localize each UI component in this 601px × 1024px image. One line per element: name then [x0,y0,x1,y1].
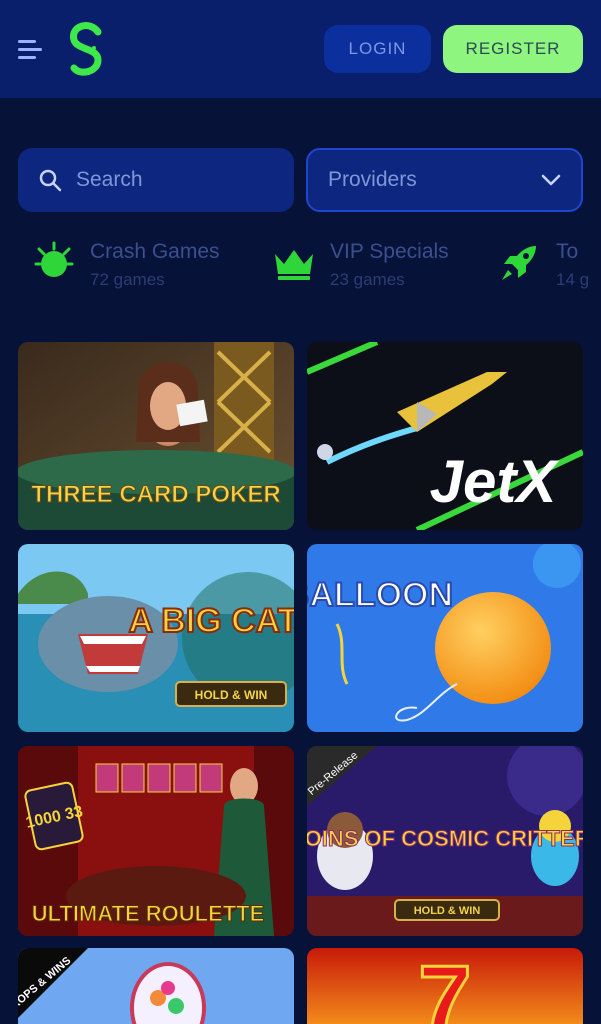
category-count: 72 games [90,270,165,289]
category-vip-specials[interactable]: VIP Specials 23 games [272,232,492,302]
category-crash-games[interactable]: Crash Games 72 games [32,232,252,302]
providers-dropdown[interactable]: Providers [306,148,583,212]
game-title: JetX [430,448,561,515]
game-thumbnail: 7 [307,948,583,1024]
rocket-icon [502,246,536,280]
category-count: 23 games [330,270,405,289]
register-button[interactable]: REGISTER [443,25,583,73]
game-badge: HOLD & WIN [195,688,268,702]
game-thumbnail: THREE CARD POKER [18,342,294,530]
game-tile-a-big-catch[interactable]: A BIG CATCH HOLD & WIN [18,544,294,732]
logo-icon[interactable] [64,22,108,78]
game-tile-ultimate-roulette[interactable]: 1000 33 ULTIMATE ROULETTE [18,746,294,936]
game-title: ULTIMATE ROULETTE [32,901,265,926]
search-icon [39,169,62,192]
crown-icon [275,250,313,280]
sun-burst-icon [34,241,74,277]
game-title: THREE CARD POKER [31,481,280,508]
game-tile-jetx[interactable]: JetX [307,342,583,530]
game-title: 7 [418,948,471,1024]
game-tile-sevens[interactable]: 7 [307,948,583,1024]
chevron-down-icon [541,174,561,186]
game-tile-coins-of-cosmic-critters[interactable]: Pre-Release COINS OF COSMIC CRITTERS HOL… [307,746,583,936]
game-thumbnail: Pre-Release COINS OF COSMIC CRITTERS HOL… [307,746,583,936]
search-placeholder: Search [76,168,143,191]
game-thumbnail: JetX [307,342,583,530]
game-tile-three-card-poker[interactable]: THREE CARD POKER [18,342,294,530]
login-button[interactable]: LOGIN [324,25,431,73]
game-thumbnail: 1000 33 ULTIMATE ROULETTE [18,746,294,936]
category-title: Crash Games [90,240,220,263]
category-title: VIP Specials [330,240,449,263]
providers-label: Providers [328,168,417,191]
game-title: COINS OF COSMIC CRITTERS [307,826,583,851]
category-title: To [556,240,579,263]
menu-icon[interactable] [16,34,46,64]
game-badge: HOLD & WIN [414,905,481,917]
category-top[interactable]: To 14 g [498,232,601,302]
category-count: 14 g [556,270,590,289]
search-input[interactable]: Search [18,148,294,212]
game-tile-drops-and-wins[interactable]: DROPS & WINS [18,948,294,1024]
game-tile-balloon[interactable]: BALLOON [307,544,583,732]
game-thumbnail: A BIG CATCH HOLD & WIN [18,544,294,732]
game-thumbnail: BALLOON [307,544,583,732]
game-thumbnail: DROPS & WINS [18,948,294,1024]
category-strip: Crash Games 72 games VIP Specials 23 gam… [0,232,601,302]
top-header: LOGIN REGISTER [0,0,601,98]
game-title: BALLOON [307,576,453,614]
game-title: A BIG CATCH [128,602,294,640]
